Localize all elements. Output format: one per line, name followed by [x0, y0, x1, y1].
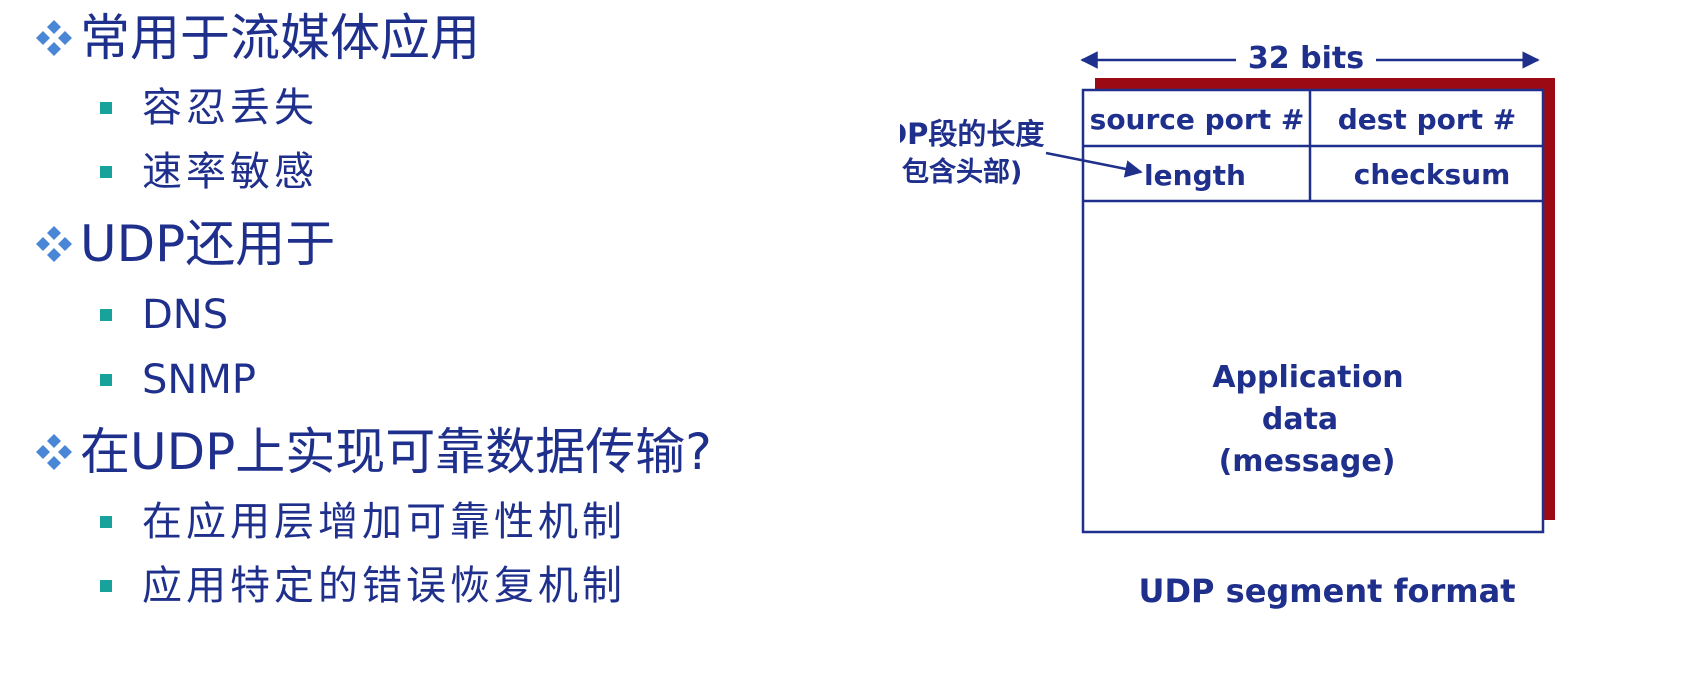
sub-bullet-text: DNS: [142, 292, 229, 338]
payload-line-3: (message): [1219, 444, 1396, 479]
width-label: 32 bits: [1248, 41, 1364, 76]
square-bullet-icon: [100, 166, 112, 178]
sub-bullet-dns: DNS: [100, 287, 228, 343]
sub-bullet-app-error-recovery: 应用特定的错误恢复机制: [100, 558, 626, 614]
sub-bullet-rate-sensitive: 速率敏感: [100, 144, 318, 200]
sub-bullet-snmp: SNMP: [100, 352, 256, 408]
square-bullet-icon: [100, 580, 112, 592]
sub-bullet-text: 应用特定的错误恢复机制: [142, 563, 626, 609]
square-bullet-icon: [100, 102, 112, 114]
bullet-list: 常用于流媒体应用 容忍丢失 速率敏感 UDP还用于 DNS SNMP 在UDP上…: [0, 0, 900, 700]
bullet-text: UDP还用于: [80, 215, 336, 273]
length-annotation-line1: UDP段的长度: [900, 117, 1044, 151]
bullet-streaming: 常用于流媒体应用: [34, 6, 480, 70]
diagram-caption: UDP segment format: [1139, 572, 1516, 610]
bullet-text: 常用于流媒体应用: [80, 9, 480, 67]
sub-bullet-text: 容忍丢失: [142, 85, 318, 131]
square-bullet-icon: [100, 516, 112, 528]
udp-segment-diagram: 32 bits source port # dest port # length…: [900, 41, 1555, 610]
field-dest-port: dest port #: [1338, 103, 1517, 136]
bullet-reliable-over-udp: 在UDP上实现可靠数据传输?: [34, 420, 712, 484]
diamond-bullet-icon: [36, 20, 72, 56]
field-checksum: checksum: [1354, 158, 1511, 191]
diamond-bullet-icon: [36, 434, 72, 470]
square-bullet-icon: [100, 309, 112, 321]
payload-line-1: Application: [1212, 360, 1403, 395]
sub-bullet-loss-tolerant: 容忍丢失: [100, 80, 318, 136]
diamond-bullet-icon: [36, 226, 72, 262]
length-annotation-line2: (包含头部): [900, 156, 1022, 188]
bullet-udp-also-used: UDP还用于: [34, 212, 335, 276]
sub-bullet-text: 在应用层增加可靠性机制: [142, 499, 626, 545]
square-bullet-icon: [100, 374, 112, 386]
field-length: length: [1144, 159, 1246, 192]
field-source-port: source port #: [1090, 103, 1305, 136]
payload-line-2: data: [1262, 402, 1338, 437]
bullet-text: 在UDP上实现可靠数据传输?: [80, 423, 712, 481]
sub-bullet-app-layer-reliability: 在应用层增加可靠性机制: [100, 494, 626, 550]
sub-bullet-text: 速率敏感: [142, 149, 318, 195]
sub-bullet-text: SNMP: [142, 357, 256, 403]
